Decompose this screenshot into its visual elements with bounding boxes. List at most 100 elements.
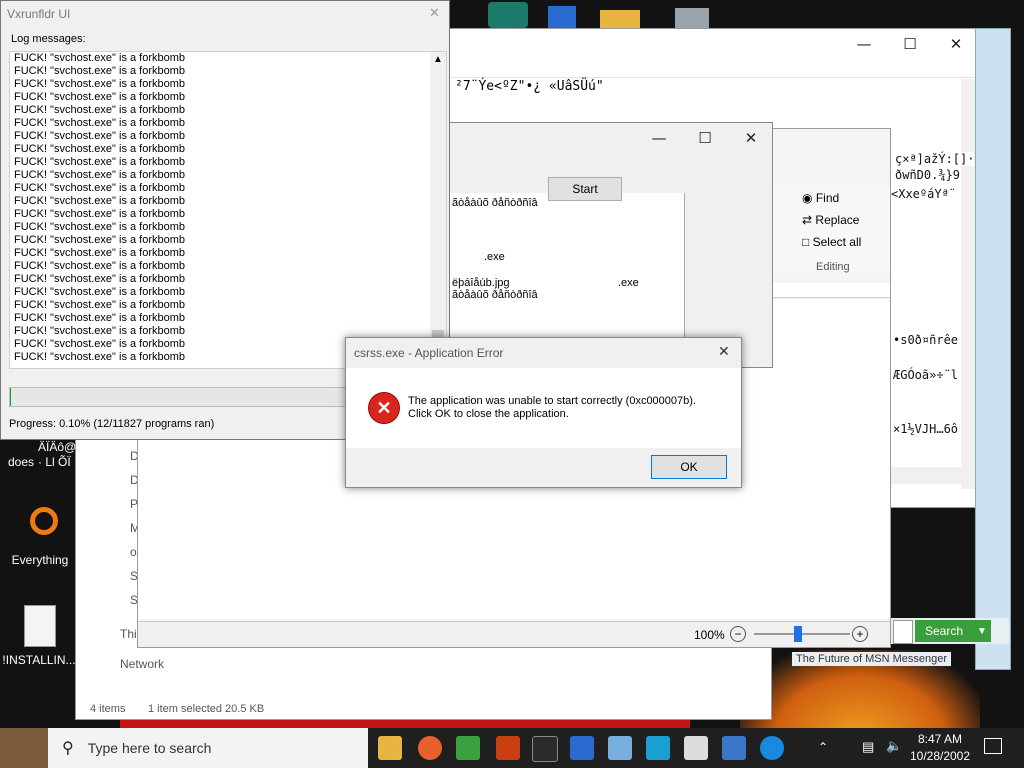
scroll-up-icon[interactable]: ▲ [433,54,443,65]
log-list[interactable]: FUCK! "svchost.exe" is a forkbomb FUCK! "… [9,51,447,369]
desktop-icon-label: !INSTALLIN... [2,653,76,667]
close-icon[interactable]: ✕ [933,29,977,59]
window-title: Vxrunfldr UI [7,7,71,21]
garbled-text-line: · Ll ÕÏ [38,455,71,469]
log-line: FUCK! "svchost.exe" is a forkbomb [14,312,186,324]
log-line: FUCK! "svchost.exe" is a forkbomb [14,65,186,77]
desktop-icon-everything[interactable]: Everything [10,505,74,570]
search-placeholder: Type here to search [87,740,212,756]
taskbar-search[interactable]: ⚲ Type here to search [48,728,368,768]
log-line: FUCK! "svchost.exe" is a forkbomb [14,130,186,142]
log-line: FUCK! "svchost.exe" is a forkbomb [14,78,186,90]
terminal-icon[interactable] [532,736,558,762]
desktop-icon-installer[interactable]: !INSTALLIN... [2,603,76,673]
log-line: FUCK! "svchost.exe" is a forkbomb [14,52,186,64]
zoom-slider[interactable] [754,633,850,635]
maximize-icon[interactable]: ☐ [887,29,933,59]
binoculars-icon: ◉ [802,191,813,205]
error-dialog[interactable]: csrss.exe - Application Error ✕ ✕ The ap… [345,337,742,488]
garbled-text-line: ÄÏÄô@ [38,440,77,454]
zoom-slider-thumb[interactable] [794,626,802,642]
dialog-body: ✕ The application was unable to start co… [346,368,741,448]
msn-search-dropdown-icon[interactable]: ▼ [973,620,991,642]
nav-item[interactable]: o [130,545,137,559]
log-scrollbar[interactable]: ▲ [430,52,446,368]
garbled-right-line: <XxeºáYª¨ [891,187,957,201]
close-icon[interactable]: ✕ [429,5,440,21]
minimize-icon[interactable]: — [841,29,887,59]
msn-messenger-icon[interactable] [456,736,480,760]
log-line: FUCK! "svchost.exe" is a forkbomb [14,195,186,207]
desktop-icon-monitor[interactable] [548,6,576,28]
minimize-icon[interactable]: — [636,123,682,153]
log-line: FUCK! "svchost.exe" is a forkbomb [14,273,186,285]
runner-line: .exe [618,277,639,289]
log-line: FUCK! "svchost.exe" is a forkbomb [14,143,186,155]
desktop-icon-folder[interactable] [600,10,640,30]
zoom-level: 100% [694,628,725,642]
start-button[interactable]: Start [548,177,622,201]
maximize-icon[interactable]: ☐ [682,123,728,153]
runner-line: .exe [484,251,505,263]
firefox-icon[interactable] [418,736,442,760]
clock-time[interactable]: 8:47 AM [912,732,968,746]
replace-button[interactable]: ⇄ Replace [802,213,859,227]
error-icon: ✕ [368,392,400,424]
log-line: FUCK! "svchost.exe" is a forkbomb [14,234,186,246]
close-icon[interactable]: ✕ [728,123,772,153]
msn-search-bar: Search ▼ [891,618,1009,644]
replace-icon: ⇄ [802,213,813,227]
menu-divider [441,77,977,78]
notepad-text-line[interactable]: ²7¨Ýe<ºZ"•¿ «UâSÜú" [455,79,604,94]
explorer-nav-pane: D D Pi M o Sc Sp Thi [96,441,145,691]
start-avatar[interactable] [0,728,48,768]
select-all-button[interactable]: □ Select all [802,235,861,249]
zoom-in-icon[interactable]: + [852,626,868,642]
clock-date[interactable]: 10/28/2002 [908,749,972,763]
notifications-icon[interactable] [984,738,1002,754]
window-icon[interactable] [570,736,594,760]
runner-line: ëþáîåúb.jpg [452,277,510,289]
log-line: FUCK! "svchost.exe" is a forkbomb [14,286,186,298]
log-line: FUCK! "svchost.exe" is a forkbomb [14,208,186,220]
search-icon: ⚲ [62,740,74,757]
volume-icon[interactable]: 🔈 [886,738,902,754]
garbled-right-line: •s0ð¤ñrêe [893,333,959,347]
desktop-icon-app[interactable] [488,2,528,28]
log-lines: FUCK! "svchost.exe" is a forkbomb FUCK! "… [10,52,446,364]
wordpad-icon[interactable] [722,736,746,760]
log-line: FUCK! "svchost.exe" is a forkbomb [14,260,186,272]
wordpad-ruler [772,283,890,298]
app-icon[interactable] [496,736,520,760]
log-line: FUCK! "svchost.exe" is a forkbomb [14,221,186,233]
internet-explorer-icon[interactable] [760,736,784,760]
chevron-up-icon[interactable]: ⌃ [818,740,828,754]
garbled-right-line: ×1½VJH…6ô [893,422,959,436]
document-icon[interactable] [684,736,708,760]
log-line: FUCK! "svchost.exe" is a forkbomb [14,299,186,311]
msn-search-input[interactable] [893,620,913,644]
nav-item-network[interactable]: Network [120,657,164,671]
runner-window[interactable]: — ☐ ✕ ãòåàûõ ðåñòðñîâ .exe ëþáîåúb.jpg .… [447,122,773,368]
log-line: FUCK! "svchost.exe" is a forkbomb [14,169,186,181]
log-line: FUCK! "svchost.exe" is a forkbomb [14,117,186,129]
garbled-right-line: ÆGÓoã»÷¨l [893,368,959,382]
zoom-out-icon[interactable]: − [730,626,746,642]
ok-button[interactable]: OK [651,455,727,479]
wordpad-statusbar: 100% − + [138,621,890,647]
file-explorer-icon[interactable] [378,736,402,760]
log-line: FUCK! "svchost.exe" is a forkbomb [14,156,186,168]
desktop-icon-label-partial: does [8,455,35,469]
nav-item-this-pc[interactable]: Thi [120,627,137,641]
desktop-icon-recycle-bin[interactable] [675,8,709,30]
close-icon[interactable]: ✕ [718,343,730,360]
notepad-icon[interactable] [608,736,632,760]
find-button[interactable]: ◉ Find [802,191,839,205]
everything-icon [30,507,58,535]
network-icon[interactable]: ▤ [862,739,874,755]
error-message-line: Click OK to close the application. [408,408,569,420]
select-all-icon: □ [802,235,810,249]
msn-search-button[interactable]: Search [915,620,973,642]
shield-icon[interactable] [646,736,670,760]
log-line: FUCK! "svchost.exe" is a forkbomb [14,247,186,259]
